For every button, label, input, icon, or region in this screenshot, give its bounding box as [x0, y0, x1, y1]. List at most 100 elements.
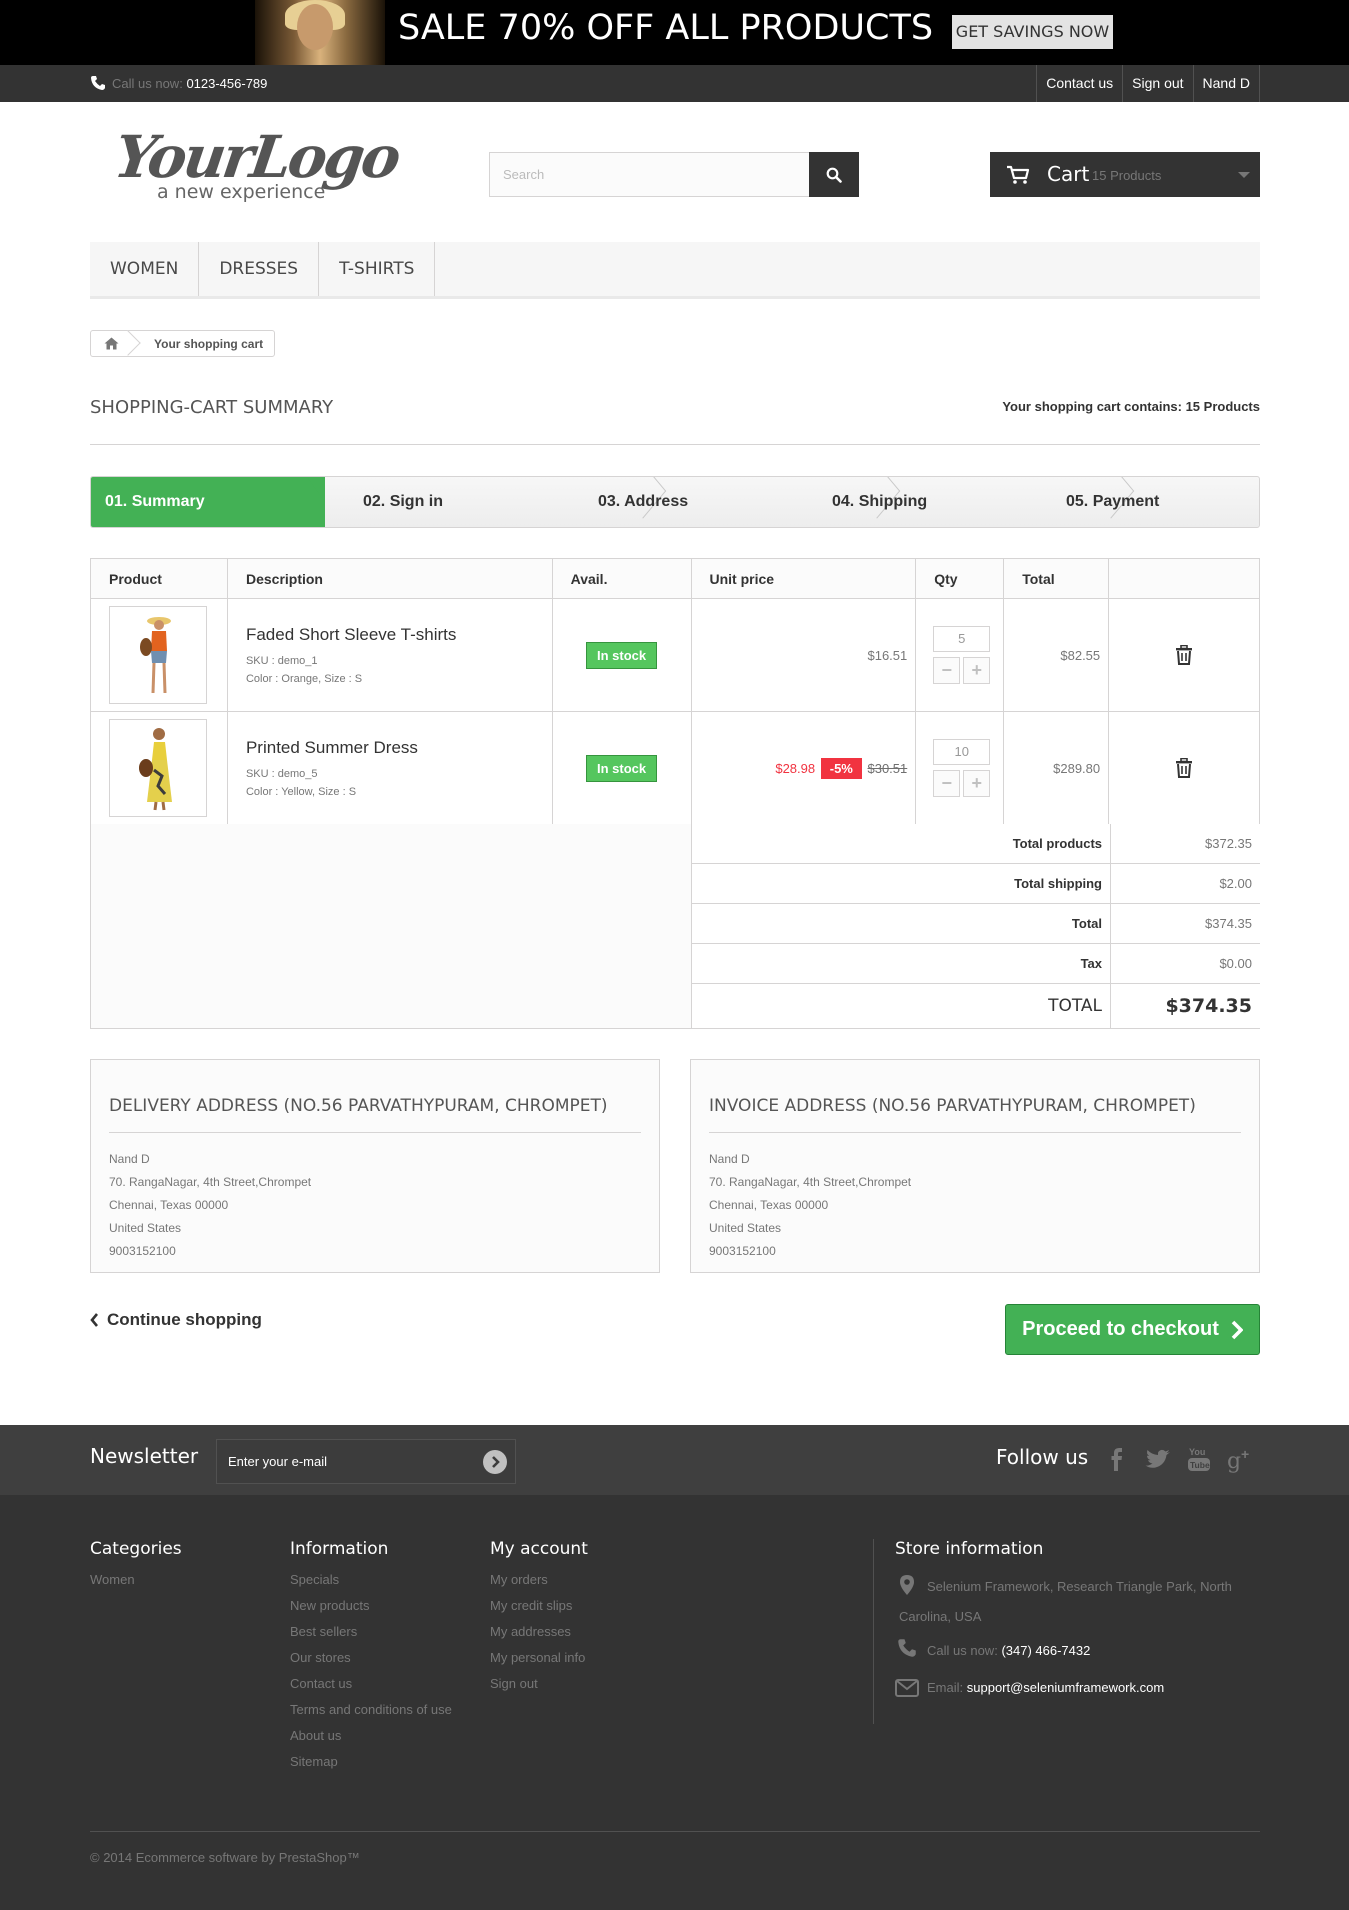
minus-button[interactable]: −: [933, 657, 961, 684]
breadcrumb-current: Your shopping cart: [154, 336, 264, 351]
delivery-address: DELIVERY ADDRESS (NO.56 PARVATHYPURAM, C…: [90, 1059, 660, 1273]
footer-link[interactable]: My credit slips: [490, 1598, 588, 1614]
product-cell: [90, 711, 228, 825]
footer-link[interactable]: Specials: [290, 1572, 460, 1588]
newsletter-email-input[interactable]: Enter your e-mail: [216, 1439, 516, 1484]
stock-badge: In stock: [586, 754, 658, 782]
footer-store-info: Store information Selenium Framework, Re…: [873, 1539, 1273, 1724]
stock-badge: In stock: [586, 641, 658, 669]
col-qty: Qty: [915, 558, 1005, 599]
step-shipping: 04. Shipping: [832, 493, 928, 510]
minus-button[interactable]: −: [933, 770, 961, 797]
banner-sale-text: SALE 70% OFF ALL PRODUCTS: [398, 8, 934, 48]
product-name[interactable]: Printed Summer Dress: [246, 738, 552, 758]
footer-link[interactable]: My personal info: [490, 1650, 588, 1666]
envelope-icon: [895, 1679, 919, 1697]
invoice-address-title: INVOICE ADDRESS (NO.56 PARVATHYPURAM, CH…: [709, 1096, 1196, 1116]
total-label: Total products: [692, 824, 1111, 863]
promo-banner[interactable]: SALE 70% OFF ALL PRODUCTS GET SAVINGS NO…: [0, 0, 1349, 65]
delivery-address-title: DELIVERY ADDRESS (NO.56 PARVATHYPURAM, C…: [109, 1096, 608, 1116]
footer-link[interactable]: Terms and conditions of use: [290, 1702, 460, 1718]
quantity-input[interactable]: 5: [933, 626, 991, 652]
address-line: Nand D: [109, 1152, 150, 1166]
contact-us-link[interactable]: Contact us: [1036, 65, 1122, 102]
address-line: Nand D: [709, 1152, 750, 1166]
proceed-to-checkout-button[interactable]: Proceed to checkout: [1005, 1304, 1260, 1355]
home-icon: [104, 337, 118, 350]
avail-cell: In stock: [551, 711, 692, 825]
menu-item-tshirts[interactable]: T-SHIRTS: [319, 242, 436, 296]
line-total: $82.55: [1003, 598, 1110, 712]
call-phone: 0123-456-789: [186, 76, 268, 91]
map-marker-icon: [900, 1575, 914, 1595]
youtube-icon[interactable]: You Tube: [1185, 1444, 1213, 1474]
delete-cell: [1108, 598, 1260, 712]
plus-button[interactable]: +: [963, 770, 991, 797]
menu-item-dresses[interactable]: DRESSES: [199, 242, 320, 296]
sign-out-link[interactable]: Sign out: [1122, 65, 1192, 102]
twitter-icon[interactable]: [1144, 1444, 1172, 1474]
store-email-link[interactable]: support@seleniumframework.com: [967, 1680, 1164, 1695]
facebook-icon[interactable]: [1103, 1444, 1131, 1474]
footer-link[interactable]: Contact us: [290, 1676, 460, 1692]
store-address-text: Selenium Framework, Research Triangle Pa…: [899, 1579, 1232, 1624]
qty-cell: 10 − +: [915, 711, 1005, 825]
discount-badge: -5%: [820, 757, 862, 779]
trash-icon[interactable]: [1175, 645, 1193, 665]
site-logo[interactable]: YourLogo a new experience: [110, 123, 402, 208]
store-email: Email: support@seleniumframework.com: [895, 1673, 1273, 1703]
quantity-stepper: 5 − +: [933, 626, 991, 684]
continue-shopping-link[interactable]: Continue shopping: [90, 1310, 262, 1330]
banner-model-image: [255, 0, 385, 65]
table-row: Faded Short Sleeve T-shirts SKU : demo_1…: [90, 598, 1260, 712]
product-image: [140, 617, 171, 694]
chevron-down-icon[interactable]: [1238, 172, 1250, 178]
address-line: 70. RangaNagar, 4th Street,Chrompet: [709, 1175, 912, 1189]
menu-item-women[interactable]: WOMEN: [90, 242, 200, 296]
svg-text:Tube: Tube: [1190, 1460, 1210, 1470]
cart-contains-label: Your shopping cart contains:: [1002, 399, 1182, 414]
col-description: Description: [226, 558, 553, 599]
footer: Categories Women Information Specials Ne…: [0, 1495, 1349, 1910]
product-thumbnail[interactable]: [109, 606, 207, 704]
footer-link[interactable]: Best sellers: [290, 1624, 460, 1640]
footer-link[interactable]: My orders: [490, 1572, 588, 1588]
google-plus-icon[interactable]: g +: [1226, 1444, 1256, 1474]
avail-cell: In stock: [551, 598, 692, 712]
account-link[interactable]: Nand D: [1192, 65, 1260, 102]
breadcrumb-home[interactable]: [91, 331, 131, 356]
newsletter-submit-button[interactable]: [483, 1450, 507, 1474]
store-email-label: Email:: [927, 1680, 964, 1695]
call-label: Call us now:: [112, 76, 183, 91]
total-value: $2.00: [1219, 876, 1252, 891]
product-sku: SKU : demo_1: [245, 655, 318, 667]
get-savings-button[interactable]: GET SAVINGS NOW: [952, 15, 1113, 49]
search-input[interactable]: [489, 152, 809, 197]
footer-link[interactable]: Our stores: [290, 1650, 460, 1666]
product-name[interactable]: Faded Short Sleeve T-shirts: [246, 625, 552, 645]
step-address: 03. Address: [598, 493, 689, 510]
total-label: Tax: [692, 944, 1111, 983]
search-button[interactable]: [809, 152, 859, 197]
footer-link[interactable]: New products: [290, 1598, 460, 1614]
footer-store-title: Store information: [895, 1539, 1044, 1559]
footer-link[interactable]: Sitemap: [290, 1754, 460, 1770]
footer-link[interactable]: Women: [90, 1572, 182, 1588]
store-call-label: Call us now:: [927, 1643, 998, 1658]
trash-icon[interactable]: [1175, 758, 1193, 778]
cart-block[interactable]: Cart 15 Products: [990, 152, 1260, 197]
table-header-row: Product Description Avail. Unit price Qt…: [90, 558, 1260, 599]
footer-link[interactable]: About us: [290, 1728, 460, 1744]
footer-link[interactable]: My addresses: [490, 1624, 588, 1640]
main-menu: WOMEN DRESSES T-SHIRTS: [90, 242, 1260, 299]
grand-total-row: TOTAL $374.35: [692, 984, 1260, 1028]
table-row: Printed Summer Dress SKU : demo_5 Color …: [90, 711, 1260, 825]
delivery-address-lines: Nand D 70. RangaNagar, 4th Street,Chromp…: [109, 1148, 311, 1263]
plus-button[interactable]: +: [963, 657, 991, 684]
quantity-input[interactable]: 10: [933, 739, 991, 765]
product-attributes: Color : Yellow, Size : S: [245, 786, 357, 798]
product-thumbnail[interactable]: [109, 719, 207, 817]
grand-total-label: TOTAL: [692, 984, 1111, 1028]
footer-link[interactable]: Sign out: [490, 1676, 588, 1692]
cart-count: 15 Products: [1092, 168, 1162, 183]
